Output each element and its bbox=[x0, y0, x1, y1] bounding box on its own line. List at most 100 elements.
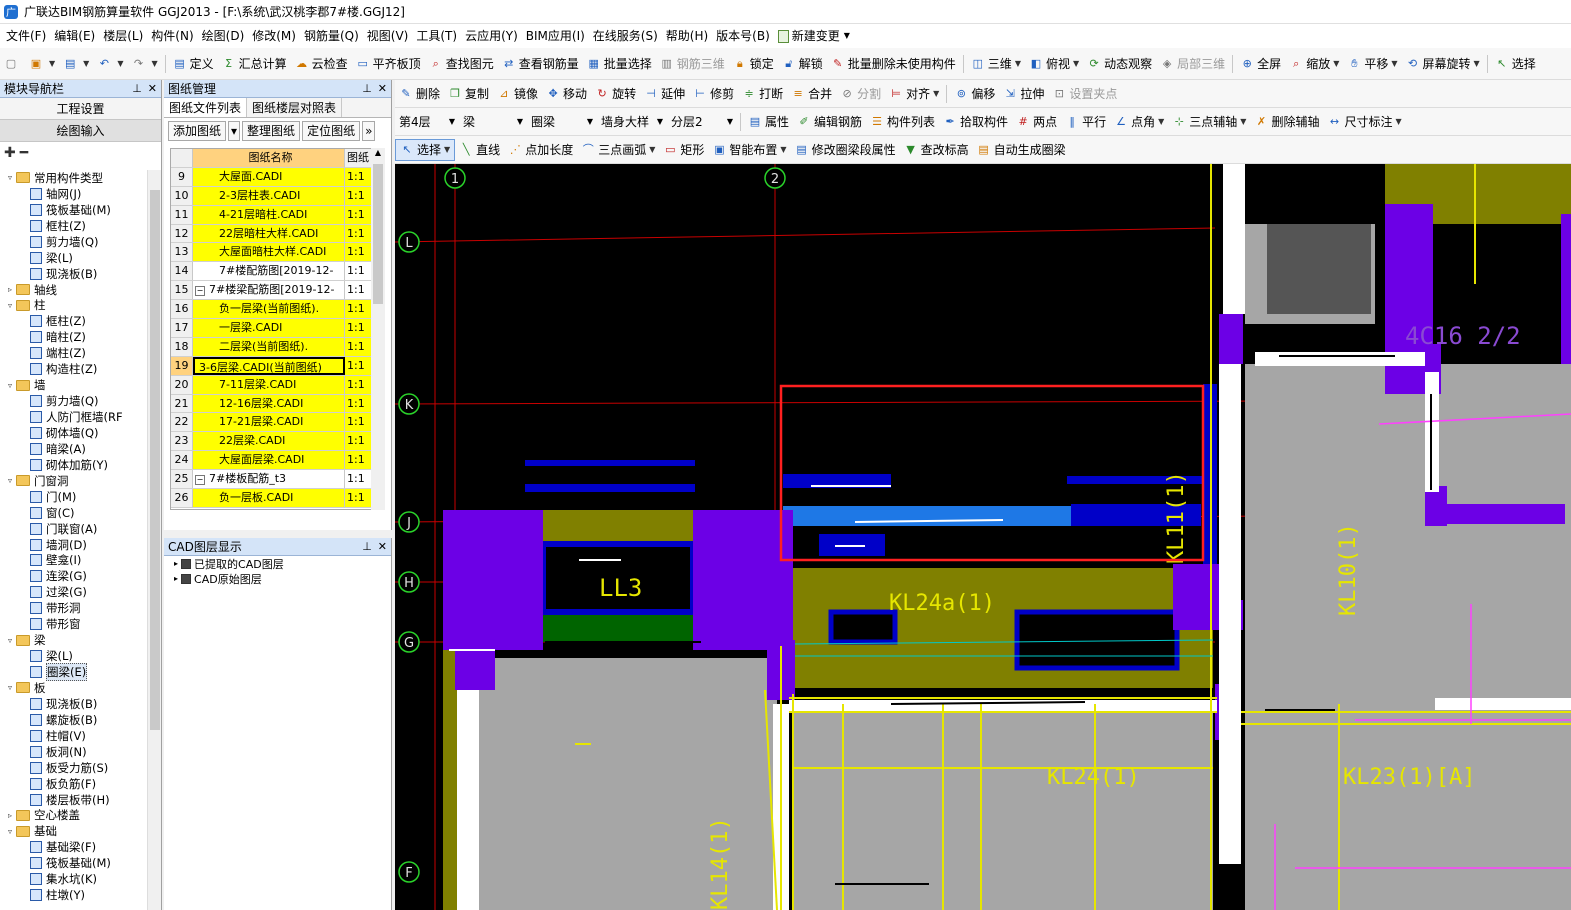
tree-group[interactable]: ▿ 柱 bbox=[0, 298, 147, 314]
table-row[interactable]: 12 22层暗柱大样.CADI 1:1 bbox=[171, 224, 373, 244]
tree-item[interactable]: 窗(C) bbox=[0, 505, 147, 521]
close-icon[interactable]: ✕ bbox=[378, 82, 387, 95]
table-row[interactable]: 26 负一层板.CADI 1:1 bbox=[171, 489, 373, 508]
undo-button[interactable]: ↶ ▼ bbox=[93, 53, 127, 75]
chevron-down-icon[interactable]: ▿ bbox=[4, 683, 16, 692]
tree-item[interactable]: 基础梁(F) bbox=[0, 839, 147, 855]
toolbar-button-pick[interactable]: ✒ 拾取构件 bbox=[939, 111, 1012, 133]
toolbar-button-align[interactable]: ⊨ 对齐 ▼ bbox=[885, 83, 943, 105]
chevron-down-icon[interactable]: ▼ bbox=[587, 117, 593, 126]
toolbar-button-mirror[interactable]: ⊿ 镜像 bbox=[493, 83, 542, 105]
table-row[interactable]: 22 17-21层梁.CADI 1:1 bbox=[171, 413, 373, 433]
chevron-down-icon[interactable]: ▼ bbox=[83, 59, 89, 68]
tree-group[interactable]: ▿ 门窗洞 bbox=[0, 473, 147, 489]
table-row[interactable]: 10 2-3层柱表.CADI 1:1 bbox=[171, 186, 373, 206]
table-row[interactable]: 17 一层梁.CADI 1:1 bbox=[171, 319, 373, 338]
table-row[interactable]: 13 大屋面暗柱大样.CADI 1:1 bbox=[171, 243, 373, 263]
toolbar-button-rect[interactable]: ▭ 矩形 bbox=[659, 139, 708, 161]
locate-drawing-button[interactable]: 定位图纸 bbox=[302, 121, 361, 141]
chevron-down-icon[interactable]: ▿ bbox=[4, 476, 16, 485]
menu-item-8[interactable]: 工具(T) bbox=[412, 24, 461, 48]
tree-item[interactable]: 楼层板带(H) bbox=[0, 792, 147, 808]
toolbar-button-arc[interactable]: ⌒ 三点画弧 ▼ bbox=[577, 139, 659, 161]
menu-item-6[interactable]: 钢筋量(Q) bbox=[300, 24, 363, 48]
menu-item-1[interactable]: 编辑(E) bbox=[50, 24, 99, 48]
tree-item[interactable]: 板受力筋(S) bbox=[0, 760, 147, 776]
chevron-down-icon[interactable]: ▼ bbox=[657, 117, 663, 126]
scroll-up-icon[interactable]: ▲ bbox=[371, 148, 385, 162]
toolbar-button-break[interactable]: ≑ 打断 bbox=[738, 83, 787, 105]
table-row[interactable]: 16 负一层梁(当前图纸). 1:1 bbox=[171, 300, 373, 320]
tree-item[interactable]: 暗梁(A) bbox=[0, 441, 147, 457]
menu-item-0[interactable]: 文件(F) bbox=[2, 24, 50, 48]
tree-item[interactable]: 过梁(G) bbox=[0, 584, 147, 600]
close-icon[interactable]: ✕ bbox=[148, 82, 157, 95]
table-row[interactable]: 19 3-6层梁.CADI(当前图纸) 1:1 bbox=[171, 356, 373, 376]
tree-item[interactable]: 人防门框墙(RF bbox=[0, 409, 147, 425]
toolbar-button-fullscreen[interactable]: ⊕ 全屏 bbox=[1236, 53, 1285, 75]
header-scale[interactable]: 图纸 bbox=[345, 149, 373, 167]
menu-item-13[interactable]: 版本号(B) bbox=[712, 24, 774, 48]
cad-canvas[interactable]: 1 2 L K J H G F LL3 KL24a(1) KL24(1) KL2… bbox=[395, 164, 1571, 910]
chevron-down-icon[interactable]: ▿ bbox=[4, 301, 16, 310]
chevron-right-icon[interactable]: ▹ bbox=[4, 811, 16, 820]
tab-drawing-files[interactable]: 图纸文件列表 bbox=[164, 98, 248, 117]
chevron-down-icon[interactable]: ▿ bbox=[4, 381, 16, 390]
table-row[interactable]: 21 12-16层梁.CADI 1:1 bbox=[171, 394, 373, 414]
toolbar-button-top-view[interactable]: ◧ 俯视 ▼ bbox=[1025, 53, 1083, 75]
toolbar-button-select[interactable]: ↖ 选择 ▼ bbox=[395, 138, 456, 161]
table-row[interactable]: 18 二层梁(当前图纸). 1:1 bbox=[171, 337, 373, 357]
chevron-down-icon[interactable]: ▼ bbox=[727, 117, 733, 126]
toolbar-button-merge[interactable]: ≡ 合并 bbox=[787, 83, 836, 105]
tree-item[interactable]: 端柱(Z) bbox=[0, 345, 147, 361]
tree-item[interactable]: 壁龛(I) bbox=[0, 553, 147, 569]
toolbar-button-rotate[interactable]: ↻ 旋转 bbox=[591, 83, 640, 105]
menu-item-9[interactable]: 云应用(Y) bbox=[461, 24, 522, 48]
pin-icon[interactable]: ⊥ bbox=[362, 82, 372, 95]
toolbar-button-offset[interactable]: ⊚ 偏移 bbox=[950, 83, 999, 105]
toolbar-button-auto-ring-beam[interactable]: ▤ 自动生成圈梁 bbox=[973, 139, 1070, 161]
nav-scrollbar-thumb[interactable] bbox=[150, 190, 160, 730]
table-row[interactable]: 20 7-11层梁.CADI 1:1 bbox=[171, 375, 373, 395]
type-select[interactable]: 梁 ▼ bbox=[459, 112, 527, 132]
table-row[interactable]: 11 4-21层暗柱.CADI 1:1 bbox=[171, 205, 373, 225]
toolbar-button-cloud-check[interactable]: ☁ 云检查 bbox=[291, 53, 352, 75]
toolbar-button-rotate-screen[interactable]: ⟲ 屏幕旋转 ▼ bbox=[1402, 53, 1484, 75]
tree-item[interactable]: 筏板基础(M) bbox=[0, 855, 147, 871]
drawing-name-cell[interactable]: 大屋面暗柱大样.CADI bbox=[193, 243, 345, 262]
chevron-down-icon[interactable]: ▼ bbox=[649, 145, 655, 154]
toolbar-button-point-angle[interactable]: ∠ 点角 ▼ bbox=[1110, 111, 1168, 133]
chevron-down-icon[interactable]: ▼ bbox=[1015, 59, 1021, 68]
drawing-name-cell[interactable]: 一层梁.CADI bbox=[193, 319, 345, 337]
collapse-icon[interactable]: − bbox=[195, 475, 205, 486]
toolbar-button-stretch[interactable]: ⇲ 拉伸 bbox=[999, 83, 1048, 105]
chevron-down-icon[interactable]: ▼ bbox=[151, 59, 157, 68]
tree-item[interactable]: 构造柱(Z) bbox=[0, 361, 147, 377]
save-button[interactable]: ▤ ▼ bbox=[59, 53, 93, 75]
new-file-button[interactable]: ▢ bbox=[0, 53, 25, 75]
tree-item[interactable]: 现浇板(B) bbox=[0, 696, 147, 712]
toolbar-button-select[interactable]: ↖ 选择 bbox=[1491, 53, 1540, 75]
drawing-table-scrollbar[interactable]: ▲ bbox=[371, 148, 385, 510]
tree-group[interactable]: ▹ 空心楼盖 bbox=[0, 808, 147, 824]
tree-item[interactable]: 柱墩(Y) bbox=[0, 887, 147, 903]
drawing-name-cell[interactable]: 负一层板.CADI bbox=[193, 489, 345, 507]
toolbar-button-rebar-view[interactable]: ⇄ 查看钢筋量 bbox=[498, 53, 583, 75]
toolbar-button-point-length[interactable]: ⋰ 点加长度 bbox=[504, 139, 577, 161]
layer-select[interactable]: 分层2 ▼ bbox=[667, 112, 737, 132]
toolbar-button-smart-layout[interactable]: ▣ 智能布置 ▼ bbox=[708, 139, 790, 161]
drawing-name-cell[interactable]: 3-6层梁.CADI(当前图纸) bbox=[193, 356, 345, 375]
tree-group[interactable]: ▹ 轴线 bbox=[0, 282, 147, 298]
tree-item[interactable]: 板洞(N) bbox=[0, 744, 147, 760]
tree-item[interactable]: 门(M) bbox=[0, 489, 147, 505]
layer-original[interactable]: ▸ CAD原始图层 bbox=[164, 571, 391, 586]
toolbar-button-sum[interactable]: Σ 汇总计算 bbox=[218, 53, 291, 75]
tree-item[interactable]: 梁(L) bbox=[0, 250, 147, 266]
expand-all-icon[interactable]: ✚ bbox=[4, 145, 16, 161]
tree-item[interactable]: 框柱(Z) bbox=[0, 313, 147, 329]
toolbar-button-rebar-3d[interactable]: ▥ 钢筋三维 bbox=[656, 53, 729, 75]
pin-icon[interactable]: ⊥ bbox=[362, 540, 372, 553]
toolbar-button-lock[interactable]: 🔒︎ 锁定 bbox=[729, 53, 778, 75]
chevron-down-icon[interactable]: ▼ bbox=[517, 117, 523, 126]
scrollbar-thumb[interactable] bbox=[373, 164, 383, 304]
